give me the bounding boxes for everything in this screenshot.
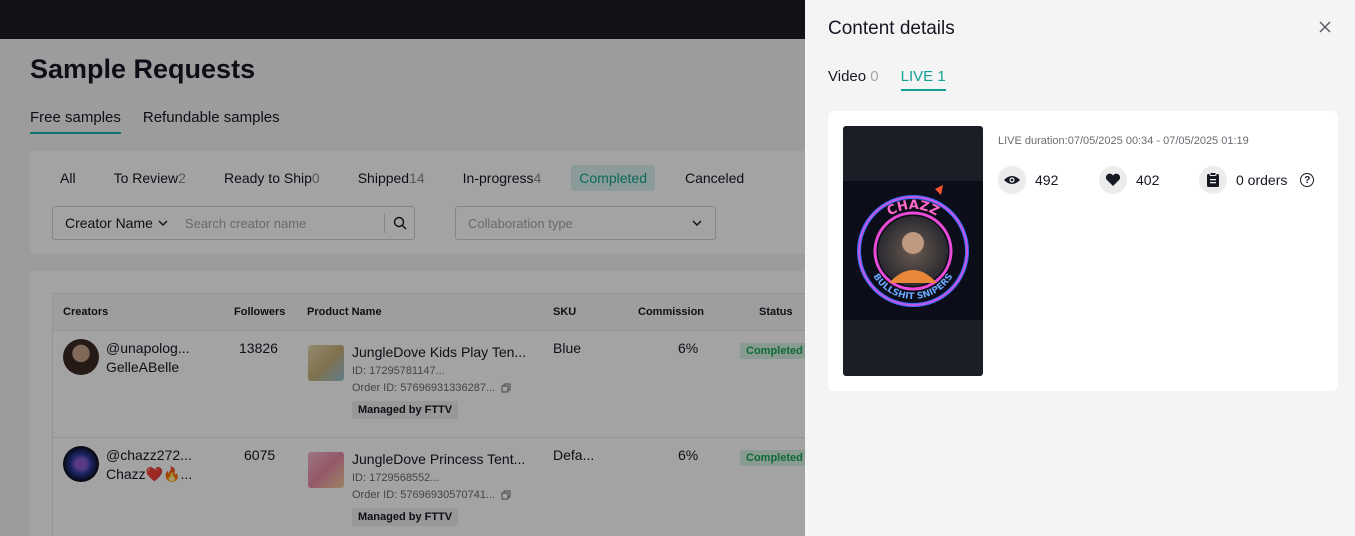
live-duration: LIVE duration:07/05/2025 00:34 - 07/05/2… [998,135,1249,147]
clipboard-icon [1199,166,1227,194]
tab-video[interactable]: Video 0 [828,68,879,91]
eye-icon [998,166,1026,194]
live-thumbnail[interactable]: CHAZZ BULLSHIT SNIPERS [843,126,983,376]
live-content-card: CHAZZ BULLSHIT SNIPERS LIVE duration:07/… [828,111,1338,391]
orders-stat: 0 orders ? [1199,166,1315,194]
help-icon[interactable]: ? [1300,173,1315,187]
close-icon [1319,21,1331,33]
live-frame: CHAZZ BULLSHIT SNIPERS [843,181,983,320]
drawer-title: Content details [828,18,955,39]
tab-count: 0 [870,68,879,85]
views-stat: 492 [998,166,1058,194]
tab-count: 1 [937,68,946,85]
modal-backdrop[interactable] [0,0,805,536]
likes-stat: 402 [1099,166,1159,194]
chazz-logo: CHAZZ BULLSHIT SNIPERS [857,185,969,307]
close-button[interactable] [1316,18,1334,36]
tab-label: LIVE [900,68,934,85]
content-tabs: Video 0 LIVE 1 [828,68,946,91]
tab-live[interactable]: LIVE 1 [900,68,946,91]
content-details-drawer: Content details Video 0 LIVE 1 CHAZZ BUL… [805,0,1355,536]
orders-count: 0 orders [1236,172,1288,188]
likes-count: 402 [1136,172,1160,188]
views-count: 492 [1035,172,1059,188]
tab-label: Video [828,68,867,85]
heart-icon [1099,166,1127,194]
